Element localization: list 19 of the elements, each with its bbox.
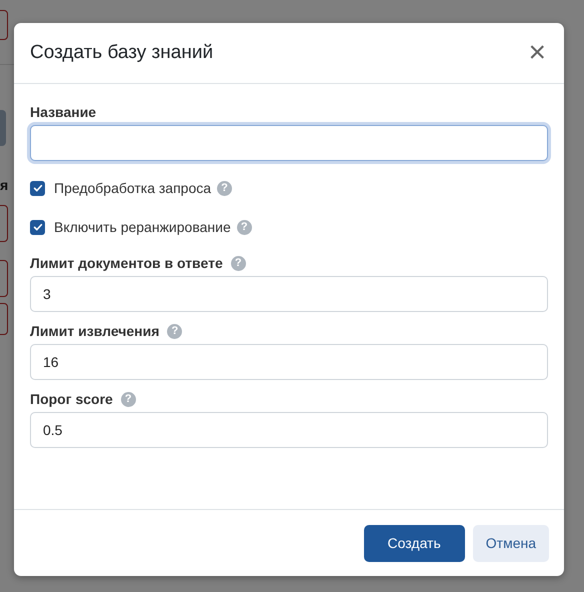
background-text: я (0, 177, 8, 193)
input-field[interactable]: 3 (30, 276, 548, 312)
field-label: Лимит извлечения (30, 323, 160, 339)
checkbox-label: Предобработка запроса (54, 180, 212, 196)
field-label: Лимит документов в ответе (30, 255, 223, 271)
close-button[interactable]: × (526, 38, 548, 68)
input-field[interactable]: 16 (30, 344, 548, 380)
checkbox[interactable] (30, 180, 45, 196)
input-field[interactable]: 0.5 (30, 412, 548, 448)
field-label: Название (30, 104, 96, 120)
check-icon (32, 182, 44, 194)
checkbox[interactable] (30, 220, 45, 234)
cancel-button[interactable]: Отмена (472, 524, 549, 562)
create-button[interactable]: Создать (364, 524, 465, 562)
input-field[interactable] (30, 125, 548, 161)
check-icon (32, 221, 44, 233)
checkbox-label: Включить реранжирование (54, 219, 231, 235)
field-label: Порог score (30, 391, 113, 407)
dialog-title: Создать базу знаний (30, 42, 214, 64)
